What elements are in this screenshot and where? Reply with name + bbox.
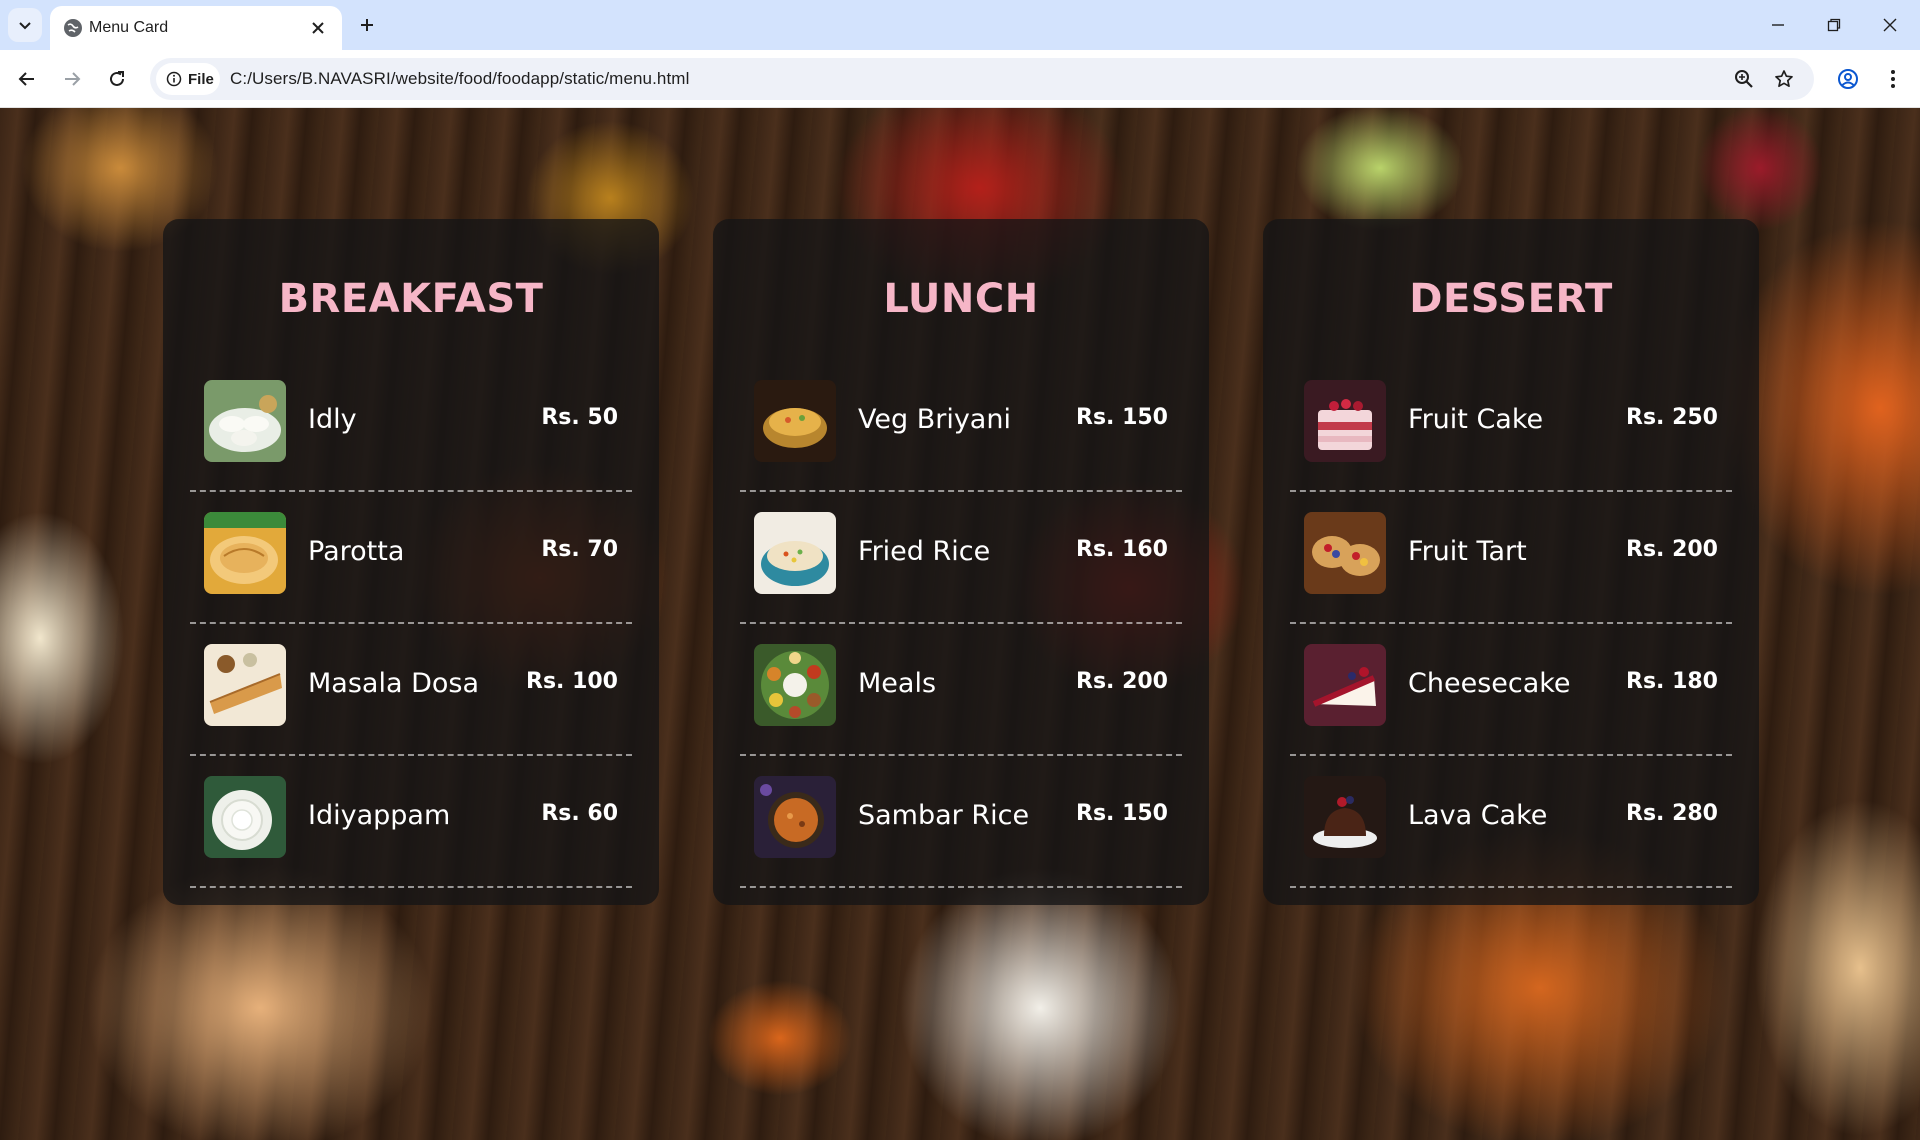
more-vert-icon [1891,70,1895,88]
meals-image [754,644,836,726]
item-name: Fruit Cake [1408,404,1544,435]
menu-item[interactable]: Lava Cake Rs. 280 [1290,756,1732,888]
menu-item[interactable]: Sambar Rice Rs. 150 [740,756,1182,888]
menu-item[interactable]: Veg Briyani Rs. 150 [740,360,1182,492]
fruit-cake-image [1304,380,1386,462]
item-price: Rs. 70 [541,537,618,562]
menu-page-background: BREAKFAST Idly Rs. 50 Parotta Rs. 70 Mas… [0,108,1920,1140]
back-button[interactable] [9,61,45,97]
item-name: Fruit Tart [1408,536,1527,567]
item-price: Rs. 160 [1076,537,1168,562]
item-name: Sambar Rice [858,800,1030,831]
profile-button[interactable] [1830,61,1866,97]
fruit-tart-image [1304,512,1386,594]
lunch-card: LUNCH Veg Briyani Rs. 150 Fried Rice Rs.… [713,219,1209,905]
zoom-icon [1735,70,1753,88]
arrow-left-icon [18,72,34,86]
site-info-label: File [188,70,214,88]
reload-icon [110,71,124,86]
chevron-down-icon [19,22,31,30]
tab-strip: Menu Card [0,0,1920,50]
arrow-right-icon [65,72,81,86]
minimize-button[interactable] [1750,0,1806,50]
star-icon [1775,70,1793,88]
close-icon [1883,18,1897,32]
tab-menu-card[interactable]: Menu Card [50,6,342,50]
account-icon [1838,69,1858,89]
close-window-button[interactable] [1862,0,1918,50]
item-price: Rs. 150 [1076,405,1168,430]
minimize-icon [1772,24,1784,26]
item-name: Cheesecake [1408,668,1571,699]
item-name: Masala Dosa [308,668,480,699]
item-price: Rs. 280 [1626,801,1718,826]
menu-button[interactable] [1875,61,1911,97]
item-name: Idiyappam [308,800,451,831]
item-price: Rs. 250 [1626,405,1718,430]
reload-button[interactable] [99,61,135,97]
lava-cake-image [1304,776,1386,858]
menu-item[interactable]: Fruit Cake Rs. 250 [1290,360,1732,492]
tab-search-button[interactable] [8,8,42,42]
menu-item[interactable]: Parotta Rs. 70 [190,492,632,624]
item-name: Veg Briyani [858,404,1011,435]
item-name: Fried Rice [858,536,991,567]
idly-image [204,380,286,462]
menu-item[interactable]: Cheesecake Rs. 180 [1290,624,1732,756]
item-price: Rs. 60 [541,801,618,826]
section-title: DESSERT [1409,276,1613,322]
address-bar[interactable]: File C:/Users/B.NAVASRI/website/food/foo… [150,58,1814,100]
menu-item[interactable]: Meals Rs. 200 [740,624,1182,756]
tab-title: Menu Card [89,19,169,36]
close-icon [312,22,324,34]
close-tab-button[interactable] [306,16,330,40]
zoom-button[interactable] [1730,65,1758,93]
masala-dosa-image [204,644,286,726]
item-price: Rs. 200 [1626,537,1718,562]
globe-icon [64,19,82,37]
new-tab-button[interactable] [350,8,384,42]
item-price: Rs. 200 [1076,669,1168,694]
section-title: BREAKFAST [278,276,544,322]
sambar-rice-image [754,776,836,858]
item-name: Parotta [308,536,405,567]
info-icon [166,71,182,87]
fried-rice-image [754,512,836,594]
item-name: Meals [858,668,937,699]
menu-item[interactable]: Idiyappam Rs. 60 [190,756,632,888]
restore-button[interactable] [1806,0,1862,50]
parotta-image [204,512,286,594]
item-name: Idly [308,404,357,435]
item-price: Rs. 50 [541,405,618,430]
menu-item[interactable]: Masala Dosa Rs. 100 [190,624,632,756]
idiyappam-image [204,776,286,858]
breakfast-card: BREAKFAST Idly Rs. 50 Parotta Rs. 70 Mas… [163,219,659,905]
menu-item[interactable]: Fruit Tart Rs. 200 [1290,492,1732,624]
section-title: LUNCH [883,276,1039,322]
forward-button[interactable] [54,61,90,97]
restore-icon [1827,18,1841,32]
plus-icon [361,19,373,31]
dessert-card: DESSERT Fruit Cake Rs. 250 Fruit Tart Rs… [1263,219,1759,905]
url-text[interactable]: C:/Users/B.NAVASRI/website/food/foodapp/… [230,69,689,89]
item-price: Rs. 100 [526,669,618,694]
item-price: Rs. 150 [1076,801,1168,826]
site-info-chip[interactable]: File [156,63,220,95]
menu-item[interactable]: Fried Rice Rs. 160 [740,492,1182,624]
item-name: Lava Cake [1408,800,1548,831]
cheesecake-image [1304,644,1386,726]
menu-item[interactable]: Idly Rs. 50 [190,360,632,492]
veg-briyani-image [754,380,836,462]
browser-toolbar: File C:/Users/B.NAVASRI/website/food/foo… [0,50,1920,108]
bookmark-button[interactable] [1770,65,1798,93]
item-price: Rs. 180 [1626,669,1718,694]
